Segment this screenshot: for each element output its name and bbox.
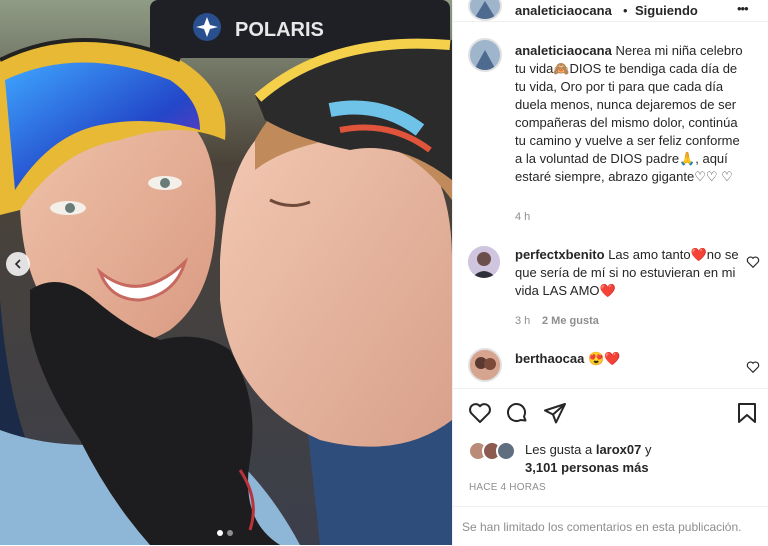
likes-connector: y bbox=[645, 442, 652, 457]
comment-text-block: perfectxbenito Las amo tanto❤️no se que … bbox=[515, 246, 745, 300]
post-photo[interactable]: POLARIS bbox=[0, 0, 452, 545]
comment-avatar[interactable] bbox=[468, 348, 502, 382]
following-button[interactable]: Siguiendo bbox=[635, 3, 698, 18]
comment-likes[interactable]: 2 Me gusta bbox=[542, 315, 599, 327]
post-photo-illustration: POLARIS bbox=[0, 0, 452, 545]
action-bar bbox=[453, 388, 768, 437]
more-options-button[interactable]: ••• bbox=[737, 1, 749, 16]
like-heart-icon[interactable] bbox=[468, 401, 492, 425]
header-separator: • bbox=[623, 3, 628, 18]
caption-time: 4 h bbox=[515, 211, 531, 223]
share-send-icon[interactable] bbox=[543, 401, 567, 425]
carousel-dots bbox=[217, 530, 233, 536]
comment-icon[interactable] bbox=[505, 401, 529, 425]
comment-time: 3 h bbox=[515, 315, 531, 327]
save-bookmark-icon[interactable] bbox=[735, 401, 759, 425]
comments-limited-bar: Se han limitado los comentarios en esta … bbox=[453, 506, 768, 546]
post-timestamp[interactable]: HACE 4 HORAS bbox=[469, 482, 546, 493]
chevron-left-icon bbox=[14, 259, 21, 269]
liker-avatar bbox=[496, 441, 516, 461]
avatar-image bbox=[470, 350, 500, 380]
comment-text: 😍❤️ bbox=[588, 351, 621, 366]
header-avatar[interactable] bbox=[468, 0, 502, 21]
likes-user[interactable]: larox07 bbox=[596, 442, 642, 457]
likes-text: Les gusta a larox07 y 3,101 personas más bbox=[525, 441, 755, 477]
liker-avatars bbox=[468, 441, 522, 461]
caption-text: Nerea mi niña celebro tu vida🙈DIOS te be… bbox=[515, 43, 743, 184]
comment-avatar[interactable] bbox=[468, 246, 500, 278]
carousel-dot bbox=[227, 530, 233, 536]
likes-count[interactable]: 3,101 personas más bbox=[525, 460, 649, 475]
avatar-image bbox=[468, 246, 500, 278]
comment-text-block: berthaocaa 😍❤️ bbox=[515, 350, 745, 368]
caption-username[interactable]: analeticiaocana bbox=[515, 43, 612, 58]
carousel-dot-active bbox=[217, 530, 223, 536]
post-side-panel: analeticiaocana • Siguiendo ••• analetic… bbox=[452, 0, 768, 545]
comments-limited-text: Se han limitado los comentarios en esta … bbox=[462, 520, 742, 534]
avatar-image bbox=[470, 0, 500, 19]
caption-text-block: analeticiaocana Nerea mi niña celebro tu… bbox=[515, 42, 750, 186]
polaris-logo-text: POLARIS bbox=[235, 19, 324, 41]
comment-like-heart-icon[interactable] bbox=[746, 360, 760, 374]
caption-avatar[interactable] bbox=[468, 38, 502, 72]
carousel-prev-button[interactable] bbox=[6, 252, 30, 276]
comment-username[interactable]: berthaocaa bbox=[515, 351, 584, 366]
likes-prefix: Les gusta a bbox=[525, 442, 593, 457]
post-modal: POLARIS analeticiaocana • Siguiendo ••• bbox=[0, 0, 768, 545]
avatar-image bbox=[470, 40, 500, 70]
header-username[interactable]: analeticiaocana bbox=[515, 3, 612, 18]
post-header: analeticiaocana • Siguiendo ••• bbox=[453, 0, 768, 22]
comment-username[interactable]: perfectxbenito bbox=[515, 247, 605, 262]
comment-like-heart-icon[interactable] bbox=[746, 255, 760, 269]
